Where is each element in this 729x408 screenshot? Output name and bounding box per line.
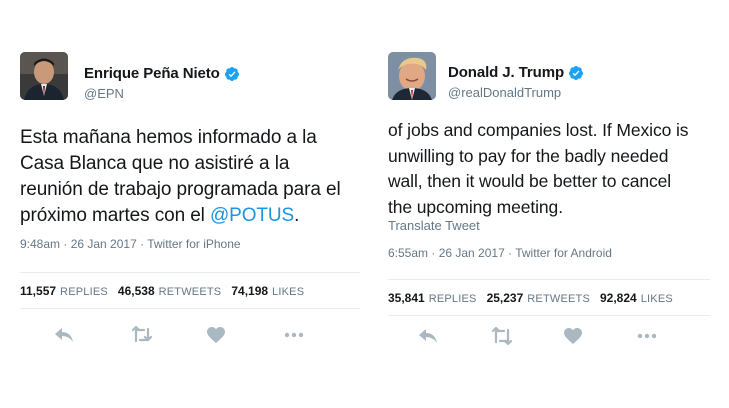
tweet-actions bbox=[20, 326, 360, 344]
heart-icon bbox=[207, 326, 225, 343]
replies-count: 35,841 bbox=[388, 290, 425, 305]
replies-label: REPLIES bbox=[428, 292, 477, 305]
tweet-actions bbox=[388, 327, 710, 345]
handle[interactable]: @EPN bbox=[84, 86, 240, 101]
ellipsis-icon bbox=[284, 332, 303, 338]
retweets-stat[interactable]: 25,237 RETWEETS bbox=[487, 291, 590, 305]
retweets-label: RETWEETS bbox=[527, 292, 590, 305]
tweet-text: Esta mañana hemos informado a la Casa Bl… bbox=[20, 125, 360, 229]
likes-label: LIKES bbox=[272, 285, 305, 298]
likes-count: 92,824 bbox=[600, 290, 637, 305]
retweets-label: RETWEETS bbox=[158, 285, 222, 298]
tweet-stats: 35,841 REPLIES 25,237 RETWEETS 92,824 LI… bbox=[388, 279, 710, 316]
tweet-timestamp[interactable]: 9:48am · 26 Jan 2017 · Twitter for iPhon… bbox=[20, 237, 241, 251]
retweets-count: 25,237 bbox=[486, 290, 524, 305]
retweet-icon bbox=[491, 327, 513, 345]
avatar-epn[interactable] bbox=[20, 52, 68, 100]
tweet-stats: 11,557 REPLIES 46,538 RETWEETS 74,198 LI… bbox=[20, 272, 360, 309]
avatar-trump[interactable] bbox=[388, 52, 436, 100]
tweet-text-end: . bbox=[294, 205, 300, 226]
tweet-timestamp[interactable]: 6:55am · 26 Jan 2017 · Twitter for Andro… bbox=[388, 246, 612, 260]
tweet-text: of jobs and companies lost. If Mexico is… bbox=[388, 120, 689, 217]
handle[interactable]: @realDonaldTrump bbox=[448, 85, 584, 100]
tweet-header: Donald J. Trump @realDonaldTrump bbox=[388, 52, 584, 100]
more-button[interactable] bbox=[284, 326, 361, 344]
reply-icon bbox=[419, 329, 437, 343]
likes-count: 74,198 bbox=[231, 283, 269, 298]
like-button[interactable] bbox=[207, 326, 284, 344]
mention-link[interactable]: @POTUS bbox=[210, 205, 294, 226]
retweet-button[interactable] bbox=[491, 327, 564, 345]
tweet-card-trump: Donald J. Trump @realDonaldTrump of jobs… bbox=[388, 52, 710, 362]
display-name[interactable]: Enrique Peña Nieto bbox=[84, 65, 220, 82]
tweet-card-epn: Enrique Peña Nieto @EPN Esta mañana hemo… bbox=[20, 52, 360, 362]
heart-icon bbox=[564, 327, 582, 344]
replies-stat[interactable]: 35,841 REPLIES bbox=[388, 291, 477, 305]
reply-button[interactable] bbox=[418, 327, 491, 345]
replies-stat[interactable]: 11,557 REPLIES bbox=[20, 284, 108, 298]
translate-tweet-link[interactable]: Translate Tweet bbox=[388, 218, 480, 233]
reply-button[interactable] bbox=[54, 326, 131, 344]
replies-label: REPLIES bbox=[60, 285, 108, 298]
retweets-count: 46,538 bbox=[117, 283, 155, 298]
retweets-stat[interactable]: 46,538 RETWEETS bbox=[118, 284, 221, 298]
verified-badge-icon bbox=[224, 66, 239, 81]
verified-badge-icon bbox=[569, 65, 584, 80]
likes-label: LIKES bbox=[640, 292, 673, 305]
ellipsis-icon bbox=[637, 333, 657, 339]
display-name[interactable]: Donald J. Trump bbox=[448, 64, 564, 81]
retweet-icon bbox=[131, 326, 152, 343]
tweet-header: Enrique Peña Nieto @EPN bbox=[20, 52, 240, 101]
replies-count: 11,557 bbox=[20, 283, 57, 298]
likes-stat[interactable]: 74,198 LIKES bbox=[231, 284, 304, 298]
likes-stat[interactable]: 92,824 LIKES bbox=[600, 291, 673, 305]
retweet-button[interactable] bbox=[131, 326, 208, 344]
more-button[interactable] bbox=[637, 327, 710, 345]
like-button[interactable] bbox=[564, 327, 637, 345]
reply-icon bbox=[55, 328, 73, 342]
